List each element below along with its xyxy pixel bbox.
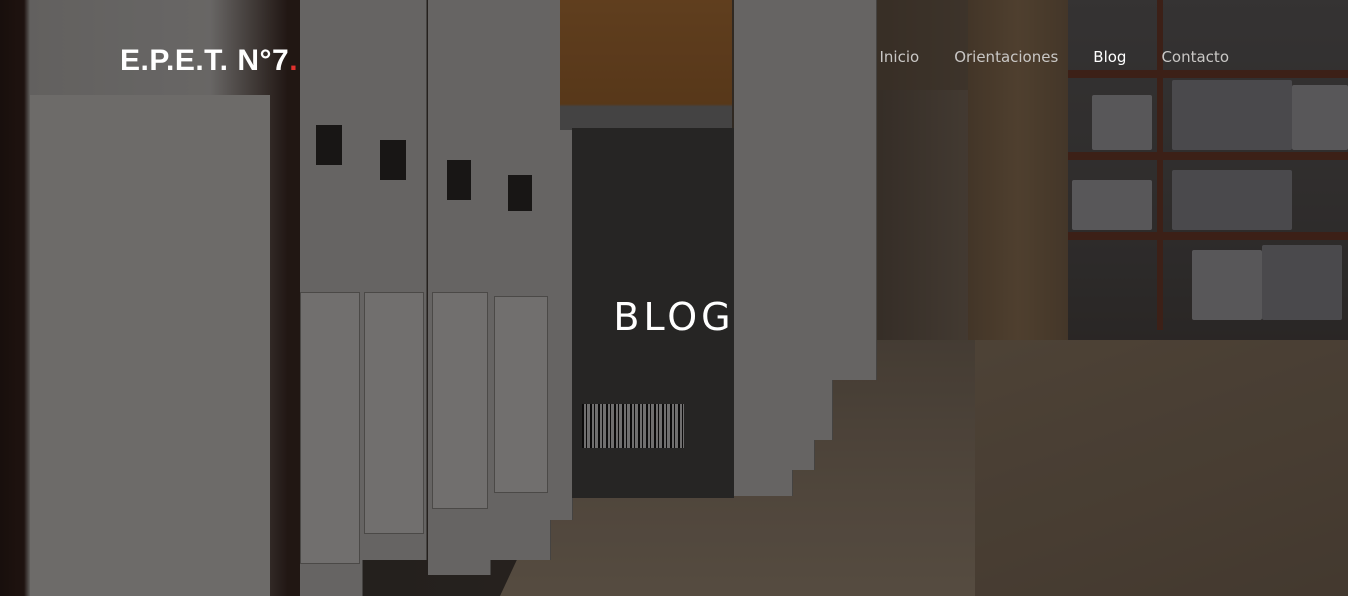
site-logo[interactable]: E.P.E.T. N°7. <box>120 44 298 78</box>
hero-section: E.P.E.T. N°7. Inicio Orientaciones Blog … <box>0 0 1348 596</box>
nav-link-inicio[interactable]: Inicio <box>879 48 919 66</box>
logo-text: E.P.E.T. N°7 <box>120 44 290 77</box>
nav-link-orientaciones[interactable]: Orientaciones <box>954 48 1058 66</box>
nav-link-blog[interactable]: Blog <box>1093 48 1126 66</box>
logo-accent-dot: . <box>289 44 299 77</box>
nav-link-contacto[interactable]: Contacto <box>1161 48 1229 66</box>
page-title: BLOG <box>613 295 735 340</box>
main-nav: Inicio Orientaciones Blog Contacto <box>879 48 1229 66</box>
